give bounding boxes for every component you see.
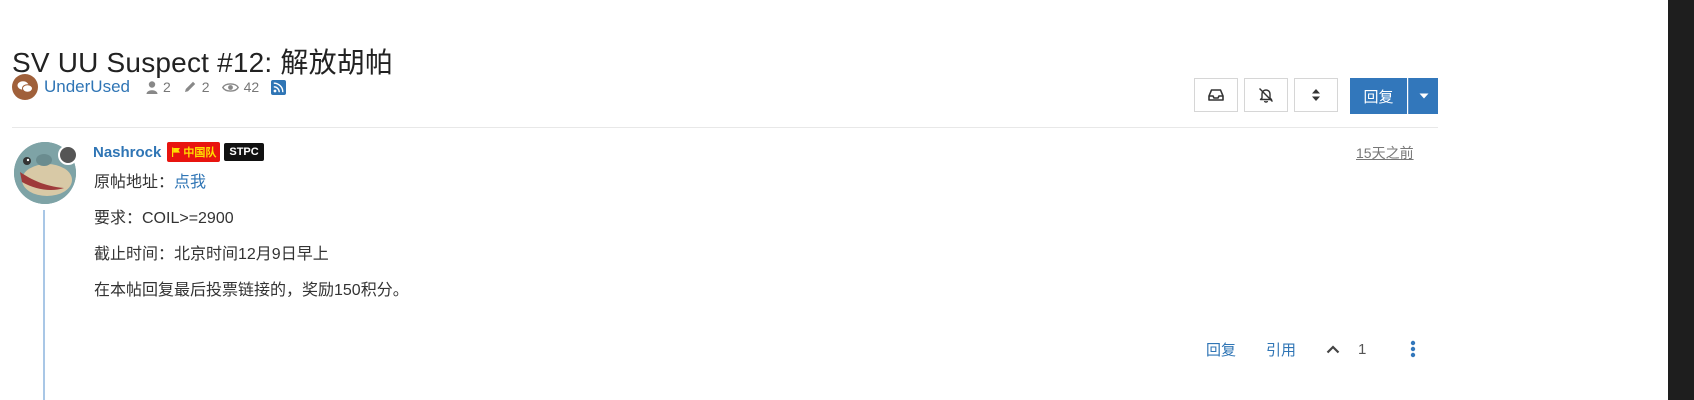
topic-toolbar bbox=[1194, 78, 1338, 112]
topic-meta: UnderUsed 2 2 42 bbox=[12, 74, 287, 100]
vote-count[interactable]: 1 bbox=[1358, 341, 1366, 358]
chevron-up-icon bbox=[1326, 344, 1340, 353]
post-quote-link[interactable]: 引用 bbox=[1266, 339, 1296, 360]
category-link[interactable]: UnderUsed bbox=[44, 77, 130, 97]
post-header: Nashrock 中国队 STPC bbox=[93, 141, 264, 163]
source-link[interactable]: 点我 bbox=[174, 174, 206, 191]
ellipsis-vertical-icon bbox=[1411, 340, 1416, 358]
post-more-button[interactable] bbox=[1410, 340, 1416, 358]
topic-page: SV UU Suspect #12: 解放胡帕 UnderUsed 2 2 42… bbox=[0, 0, 1694, 400]
header-divider bbox=[12, 127, 1438, 128]
rss-icon[interactable] bbox=[271, 79, 287, 95]
badge-tag[interactable]: STPC bbox=[224, 143, 264, 161]
badge-team-label: 中国队 bbox=[183, 147, 217, 159]
eye-icon bbox=[221, 82, 239, 92]
badge-team[interactable]: 中国队 bbox=[167, 142, 221, 162]
post-line-deadline: 截止时间：北京时间12月9日早上 bbox=[94, 246, 329, 263]
views-stat: 42 bbox=[221, 79, 260, 95]
source-label: 原帖地址： bbox=[94, 174, 175, 191]
views-count: 42 bbox=[243, 79, 260, 95]
posts-count: 2 bbox=[201, 79, 210, 95]
mark-read-button[interactable] bbox=[1194, 78, 1238, 112]
post-timestamp[interactable]: 15天之前 bbox=[1356, 143, 1414, 163]
sort-button[interactable] bbox=[1294, 78, 1338, 112]
post-line-reward: 在本帖回复最后投票链接的，奖励150积分。 bbox=[94, 282, 409, 299]
upvote-button[interactable] bbox=[1326, 344, 1340, 354]
window-edge-strip bbox=[1668, 0, 1694, 400]
post-username[interactable]: Nashrock bbox=[93, 144, 161, 161]
thread-line bbox=[43, 210, 45, 400]
reply-dropdown-button[interactable] bbox=[1408, 78, 1438, 114]
inbox-icon bbox=[1208, 89, 1224, 101]
flag-icon bbox=[172, 147, 181, 157]
posts-stat: 2 bbox=[183, 79, 210, 95]
post-line-requirement: 要求：COIL>=2900 bbox=[94, 210, 234, 227]
sort-icon bbox=[1312, 89, 1320, 101]
posters-count: 2 bbox=[163, 79, 171, 95]
online-status-indicator bbox=[58, 145, 78, 165]
watch-button[interactable] bbox=[1244, 78, 1288, 112]
comments-icon[interactable] bbox=[12, 74, 38, 100]
reply-button[interactable]: 回复 bbox=[1350, 78, 1407, 114]
pencil-icon bbox=[184, 81, 195, 92]
caret-down-icon bbox=[1419, 93, 1428, 99]
post-actions: 回复 引用 1 bbox=[1206, 338, 1416, 360]
bell-slash-icon bbox=[1259, 88, 1273, 103]
post-reply-link[interactable]: 回复 bbox=[1206, 339, 1236, 360]
user-icon bbox=[146, 80, 158, 94]
posters-stat: 2 bbox=[146, 79, 171, 95]
post-line-source: 原帖地址：点我 bbox=[94, 168, 206, 192]
